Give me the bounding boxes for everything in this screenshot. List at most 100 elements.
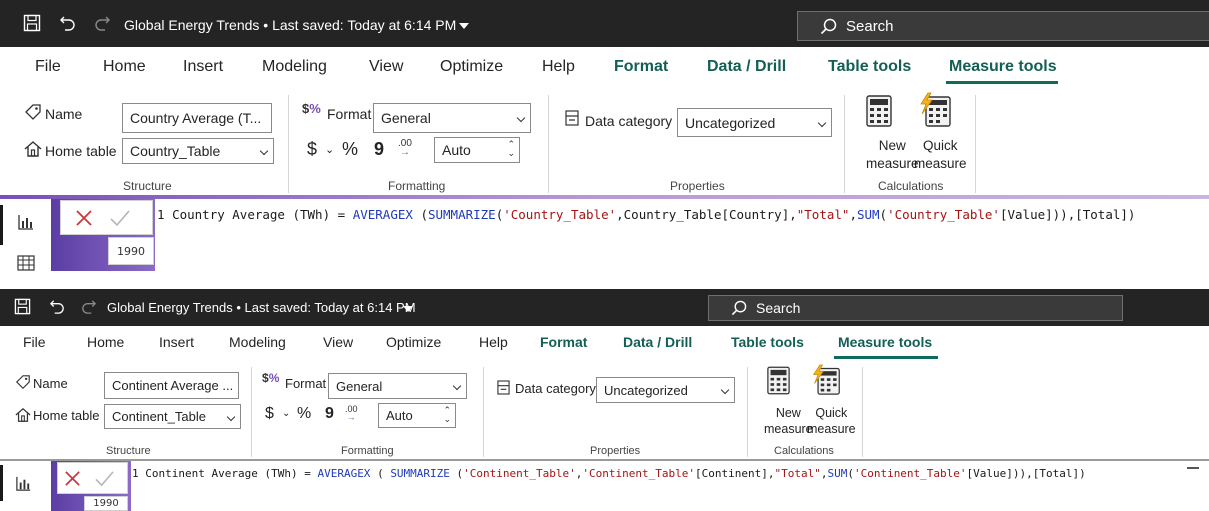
auto-value: Auto xyxy=(386,408,413,423)
formula-text: Country Average (TWh) = AVERAGEX (SUMMAR… xyxy=(172,207,1135,222)
quick-measure-button[interactable]: Quick measure xyxy=(807,405,856,437)
tab-table-tools[interactable]: Table tools xyxy=(828,58,911,76)
tab-format[interactable]: Format xyxy=(540,334,587,350)
dax-formula-editor[interactable]: 1 Continent Average (TWh) = AVERAGEX ( S… xyxy=(132,467,1086,480)
properties-group-label: Properties xyxy=(670,179,725,193)
format-dropdown[interactable]: General xyxy=(373,103,531,133)
currency-dropdown-icon[interactable]: ⌄ xyxy=(282,408,290,419)
tab-measure-tools[interactable]: Measure tools xyxy=(949,58,1057,76)
formula-token: AVERAGEX xyxy=(317,467,378,480)
spinner-arrows-icon[interactable]: ⌃ ⌄ xyxy=(507,140,515,158)
search-placeholder: Search xyxy=(756,300,801,316)
tab-optimize[interactable]: Optimize xyxy=(386,334,441,350)
name-input[interactable]: Continent Average ... xyxy=(104,372,239,399)
formula-actions xyxy=(60,200,153,235)
ribbon-divider xyxy=(0,195,1209,199)
check-icon[interactable] xyxy=(94,469,115,488)
active-view-indicator xyxy=(0,465,3,501)
spinner-arrows-icon[interactable]: ⌃ ⌄ xyxy=(443,406,451,424)
tab-home[interactable]: Home xyxy=(103,58,146,76)
home-table-dropdown[interactable]: Country_Table xyxy=(122,138,274,164)
save-icon[interactable] xyxy=(23,14,41,32)
undo-icon[interactable] xyxy=(59,14,77,32)
comma-style-button[interactable]: 9 xyxy=(325,405,334,423)
redo-icon[interactable] xyxy=(80,298,97,315)
new-measure-button[interactable]: New measure xyxy=(866,137,919,173)
title-dropdown-icon[interactable] xyxy=(403,306,413,312)
data-category-dropdown[interactable]: Uncategorized xyxy=(677,108,832,137)
tab-help[interactable]: Help xyxy=(479,334,508,350)
save-icon[interactable] xyxy=(14,298,31,315)
tab-data-drill[interactable]: Data / Drill xyxy=(707,58,786,76)
tab-measure-tools[interactable]: Measure tools xyxy=(838,334,932,350)
home-table-dropdown[interactable]: Continent_Table xyxy=(104,404,241,429)
comma-style-button[interactable]: 9 xyxy=(374,139,384,160)
formatting-group-label: Formatting xyxy=(341,445,394,457)
tab-format[interactable]: Format xyxy=(614,58,668,76)
check-icon[interactable] xyxy=(109,208,131,228)
name-input[interactable]: Country Average (T... xyxy=(122,103,272,133)
tab-file[interactable]: File xyxy=(23,334,46,350)
tab-file[interactable]: File xyxy=(35,58,61,76)
name-label: Name xyxy=(45,106,83,122)
currency-dropdown-icon[interactable]: ⌄ xyxy=(325,143,334,156)
group-separator xyxy=(548,95,549,193)
tab-help[interactable]: Help xyxy=(542,58,575,76)
close-icon[interactable] xyxy=(74,208,94,228)
percent-button[interactable]: % xyxy=(342,139,358,160)
formula-token: Country Average xyxy=(172,207,293,222)
tab-optimize[interactable]: Optimize xyxy=(440,58,503,76)
decimal-places-spinner[interactable]: Auto ⌃ ⌄ xyxy=(434,137,520,163)
format-value: General xyxy=(336,378,383,394)
percent-button[interactable]: % xyxy=(297,405,311,423)
formula-token: ( xyxy=(847,467,854,480)
tab-insert[interactable]: Insert xyxy=(159,334,194,350)
formula-token: AVERAGEX xyxy=(352,207,421,222)
new-measure-button[interactable]: New measure xyxy=(764,405,813,437)
calculations-group-label: Calculations xyxy=(774,445,834,457)
tab-insert[interactable]: Insert xyxy=(183,58,223,76)
title-bar: Global Energy Trends • Last saved: Today… xyxy=(0,289,1209,326)
quick-measure-button[interactable]: Quick measure xyxy=(914,137,967,173)
bar-chart-view-icon[interactable] xyxy=(17,213,35,231)
quick-measure-icon[interactable] xyxy=(811,364,841,396)
tab-table-tools[interactable]: Table tools xyxy=(731,334,804,350)
redo-icon[interactable] xyxy=(93,14,111,32)
tab-view[interactable]: View xyxy=(369,58,403,76)
tab-data-drill[interactable]: Data / Drill xyxy=(623,334,692,350)
tag-icon xyxy=(15,374,31,390)
calculator-icon[interactable] xyxy=(767,366,790,395)
undo-icon[interactable] xyxy=(49,298,66,315)
data-category-dropdown[interactable]: Uncategorized xyxy=(596,377,735,403)
quick-measure-icon[interactable] xyxy=(918,92,952,128)
tab-modeling[interactable]: Modeling xyxy=(262,58,327,76)
formula-token: SUM xyxy=(827,467,848,480)
decimal-places-icon[interactable]: .00 → xyxy=(398,139,412,158)
data-category-value: Uncategorized xyxy=(685,114,776,131)
table-view-icon[interactable] xyxy=(17,255,35,271)
dax-formula-editor[interactable]: 1 Country Average (TWh) = AVERAGEX (SUMM… xyxy=(157,207,1135,222)
decimal-places-icon[interactable]: .00 → xyxy=(345,405,358,422)
format-dropdown[interactable]: General xyxy=(328,373,467,399)
tab-modeling[interactable]: Modeling xyxy=(229,334,286,350)
tab-view[interactable]: View xyxy=(323,334,353,350)
search-box[interactable]: Search xyxy=(708,295,1123,321)
line-number: 1 xyxy=(132,467,139,480)
bar-chart-view-icon[interactable] xyxy=(15,475,32,492)
calculator-icon[interactable] xyxy=(866,95,892,127)
home-table-label: Home table xyxy=(33,408,100,423)
currency-button[interactable]: $ xyxy=(307,139,317,160)
data-category-value: Uncategorized xyxy=(604,382,688,398)
search-box[interactable]: Search xyxy=(797,11,1209,41)
formula-collapse-icon[interactable] xyxy=(1187,467,1199,469)
title-bar: Global Energy Trends • Last saved: Today… xyxy=(0,0,1209,47)
formula-token: , xyxy=(849,207,857,222)
title-dropdown-icon[interactable] xyxy=(459,23,469,29)
line-number: 1 xyxy=(157,207,165,222)
currency-button[interactable]: $ xyxy=(265,405,274,423)
formula-token: [Value])),[Total]) xyxy=(966,467,1086,480)
decimal-places-spinner[interactable]: Auto ⌃ ⌄ xyxy=(378,403,456,428)
format-label: Format xyxy=(285,376,327,391)
tab-home[interactable]: Home xyxy=(87,334,124,350)
close-icon[interactable] xyxy=(63,469,82,488)
